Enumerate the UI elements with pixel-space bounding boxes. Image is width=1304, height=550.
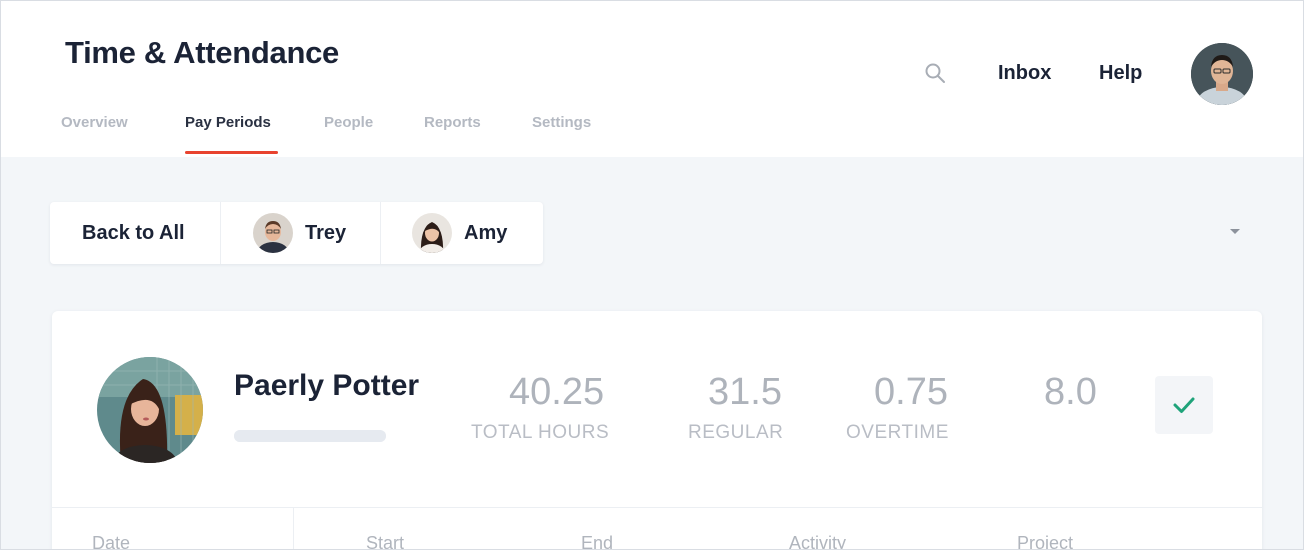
app-frame: Time & Attendance Overview Pay Periods P… (0, 0, 1304, 550)
column-header-date[interactable]: Date (92, 533, 130, 549)
timesheet-card: Paerly Potter 40.25 TOTAL HOURS 31.5 REG… (52, 311, 1262, 549)
inbox-link[interactable]: Inbox (998, 62, 1051, 85)
help-link[interactable]: Help (1099, 62, 1142, 85)
column-divider (293, 507, 294, 549)
trey-name: Trey (305, 221, 347, 244)
tab-people[interactable]: People (324, 114, 373, 131)
column-header-activity[interactable]: Activity (789, 533, 846, 549)
back-to-all-label: Back to All (82, 221, 185, 244)
column-header-end[interactable]: End (581, 533, 613, 549)
chevron-down-icon[interactable] (1230, 229, 1240, 234)
hours-progress-bar (234, 430, 386, 442)
search-icon (925, 63, 945, 83)
pto-value: 8.0 (1044, 371, 1097, 413)
tab-pay-periods[interactable]: Pay Periods (185, 114, 271, 131)
search-button[interactable] (923, 61, 947, 85)
overtime-value: 0.75 (874, 371, 948, 413)
amy-avatar (412, 213, 452, 253)
user-avatar[interactable] (1191, 43, 1253, 105)
amy-name: Amy (464, 221, 508, 244)
tab-overview[interactable]: Overview (61, 114, 128, 131)
person-avatar (97, 357, 203, 463)
tab-reports[interactable]: Reports (424, 114, 481, 131)
app-title: Time & Attendance (65, 35, 339, 70)
trey-avatar (253, 213, 293, 253)
regular-value: 31.5 (708, 371, 782, 413)
person-switcher: Back to All Trey Amy (50, 202, 543, 264)
approve-button[interactable] (1155, 376, 1213, 434)
total-hours-value: 40.25 (509, 371, 605, 413)
regular-label: REGULAR (688, 422, 784, 443)
check-icon (1173, 397, 1195, 413)
person-tab-amy[interactable]: Amy (381, 202, 543, 264)
hours-progress-fill (234, 430, 386, 442)
total-hours-label: TOTAL HOURS (471, 422, 610, 443)
person-tab-trey[interactable]: Trey (221, 202, 381, 264)
user-avatar-image (1191, 43, 1253, 105)
active-tab-indicator (185, 151, 278, 154)
back-to-all-button[interactable]: Back to All (50, 202, 221, 264)
tab-settings[interactable]: Settings (532, 114, 591, 131)
person-name: Paerly Potter (234, 369, 420, 402)
top-header: Time & Attendance Overview Pay Periods P… (1, 1, 1303, 157)
table-header-divider (52, 507, 1262, 508)
overtime-label: OVERTIME (846, 422, 949, 443)
column-header-start[interactable]: Start (366, 533, 404, 549)
column-header-project[interactable]: Project (1017, 533, 1073, 549)
